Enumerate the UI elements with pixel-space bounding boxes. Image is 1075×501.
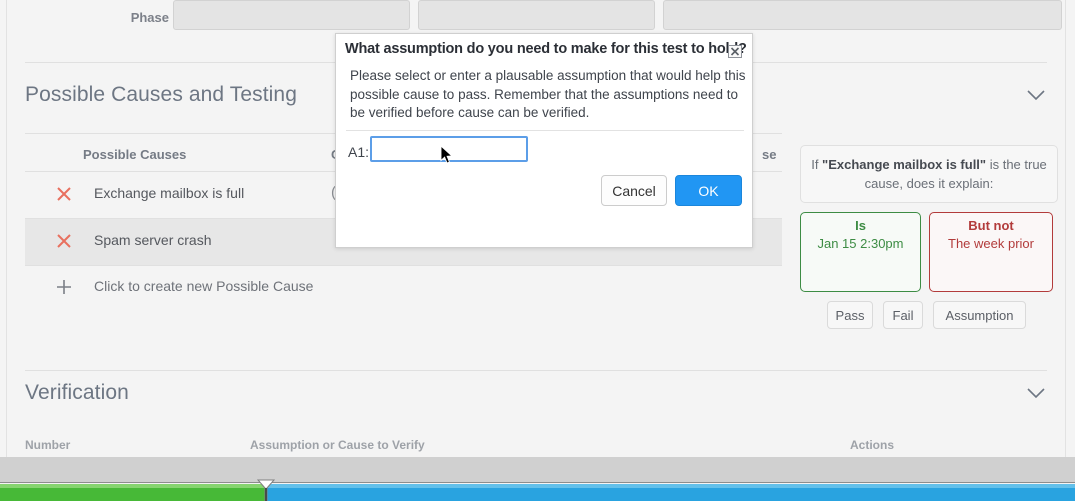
- plus-icon[interactable]: [54, 277, 74, 297]
- x-icon[interactable]: [54, 184, 74, 204]
- possible-cause-label: Exchange mailbox is full: [94, 185, 245, 201]
- phase-label: Phase: [130, 10, 169, 25]
- phase-field-3[interactable]: [663, 0, 1062, 30]
- column-header-number: Number: [25, 438, 71, 452]
- assumption-dialog: What assumption do you need to make for …: [335, 33, 753, 248]
- decision-question-prefix: If: [811, 157, 823, 172]
- section-divider-verification: [25, 370, 1047, 371]
- column-header-actions: Actions: [850, 438, 895, 452]
- dialog-title: What assumption do you need to make for …: [345, 41, 747, 57]
- progress-bar[interactable]: [0, 484, 1075, 501]
- x-icon[interactable]: [54, 231, 74, 251]
- assumption-input[interactable]: [370, 136, 528, 162]
- possible-cause-label: Spam server crash: [94, 232, 212, 248]
- add-possible-cause-label: Click to create new Possible Cause: [94, 278, 314, 294]
- os-gray-band: [0, 457, 1075, 483]
- decision-question: If "Exchange mailbox is full" is the tru…: [800, 145, 1058, 203]
- dialog-body-text: Please select or enter a plausable assum…: [350, 68, 746, 120]
- but-not-box[interactable]: But not The week prior: [929, 212, 1053, 292]
- column-header-assumption-or-cause: Assumption or Cause to Verify: [250, 438, 425, 452]
- is-box[interactable]: Is Jan 15 2:30pm: [800, 212, 921, 292]
- assumption-field-label: A1:: [348, 144, 370, 160]
- column-header-cause: se: [762, 147, 777, 162]
- but-not-box-title: But not: [968, 218, 1014, 233]
- is-box-value: Jan 15 2:30pm: [817, 236, 904, 251]
- cancel-button[interactable]: Cancel: [601, 175, 667, 206]
- column-header-possible-causes: Possible Causes: [83, 147, 187, 162]
- assumption-button[interactable]: Assumption: [933, 301, 1026, 329]
- row-rule: [25, 265, 782, 266]
- progress-bar-filled: [0, 484, 265, 501]
- screen: Phase Possible Causes and Testing Possib…: [0, 0, 1075, 501]
- add-possible-cause-row[interactable]: Click to create new Possible Cause: [25, 265, 782, 310]
- dialog-separator: [346, 130, 744, 131]
- page-title-possible-causes: Possible Causes and Testing: [25, 83, 297, 106]
- decision-question-cause: "Exchange mailbox is full": [822, 157, 987, 172]
- is-box-title: Is: [855, 218, 866, 233]
- phase-field-2[interactable]: [418, 0, 655, 30]
- chevron-down-icon-verification[interactable]: [1023, 380, 1049, 406]
- page-title-verification: Verification: [25, 381, 129, 404]
- but-not-box-value: The week prior: [948, 236, 1034, 251]
- fail-button[interactable]: Fail: [883, 301, 923, 329]
- phase-field-1[interactable]: [173, 0, 410, 30]
- chevron-down-icon-possible-causes[interactable]: [1023, 82, 1049, 108]
- close-box-icon[interactable]: [728, 45, 742, 58]
- pass-button[interactable]: Pass: [827, 301, 873, 329]
- ok-button[interactable]: OK: [675, 175, 742, 206]
